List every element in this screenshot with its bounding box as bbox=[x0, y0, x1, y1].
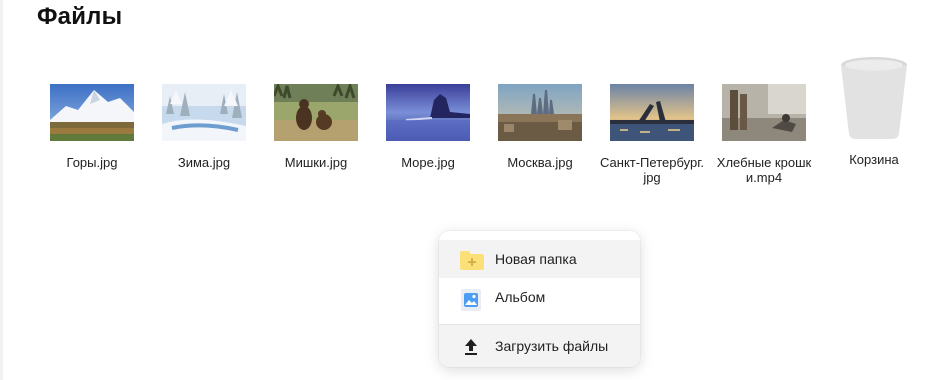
bears-thumbnail bbox=[274, 84, 358, 141]
menu-item-label: Загрузить файлы bbox=[495, 338, 609, 354]
moscow-thumbnail bbox=[498, 84, 582, 141]
file-name: Горы.jpg bbox=[66, 155, 118, 170]
menu-item-upload-files[interactable]: Загрузить файлы bbox=[439, 325, 640, 367]
trash-bin-icon bbox=[834, 56, 914, 140]
trash-label: Корзина bbox=[849, 152, 899, 167]
upload-icon bbox=[459, 335, 483, 359]
winter-thumbnail bbox=[162, 84, 246, 141]
file-name: Мишки.jpg bbox=[284, 155, 348, 170]
file-item-breadcrumbs-video[interactable]: Хлебные крошки.mp4 bbox=[712, 84, 816, 185]
file-name: Море.jpg bbox=[401, 155, 455, 170]
menu-item-label: Новая папка bbox=[495, 251, 577, 267]
folder-plus-icon bbox=[459, 248, 484, 272]
menu-item-label: Альбом bbox=[495, 289, 546, 305]
file-name: Москва.jpg bbox=[507, 155, 573, 170]
trash-bin[interactable]: Корзина bbox=[834, 56, 914, 167]
file-name: Санкт-Петербург.jpg bbox=[600, 155, 704, 185]
file-item-mountains[interactable]: Горы.jpg bbox=[40, 84, 144, 170]
file-name: Зима.jpg bbox=[177, 155, 231, 170]
menu-item-new-folder[interactable]: Новая папка bbox=[439, 240, 640, 278]
create-context-menu: Новая папка Альбом Загрузить файлы bbox=[439, 231, 640, 367]
page-title: Файлы bbox=[37, 3, 123, 30]
file-name: Хлебные крошки.mp4 bbox=[716, 155, 812, 185]
video-thumbnail bbox=[722, 84, 806, 141]
album-icon bbox=[459, 286, 483, 311]
page-left-border bbox=[0, 0, 3, 380]
mountains-thumbnail bbox=[50, 84, 134, 141]
file-item-bears[interactable]: Мишки.jpg bbox=[264, 84, 368, 170]
file-item-saint-petersburg[interactable]: Санкт-Петербург.jpg bbox=[600, 84, 704, 185]
file-item-sea[interactable]: Море.jpg bbox=[376, 84, 480, 170]
file-item-moscow[interactable]: Москва.jpg bbox=[488, 84, 592, 170]
sea-thumbnail bbox=[386, 84, 470, 141]
file-item-winter[interactable]: Зима.jpg bbox=[152, 84, 256, 170]
saint-petersburg-thumbnail bbox=[610, 84, 694, 141]
menu-item-album[interactable]: Альбом bbox=[439, 278, 640, 316]
